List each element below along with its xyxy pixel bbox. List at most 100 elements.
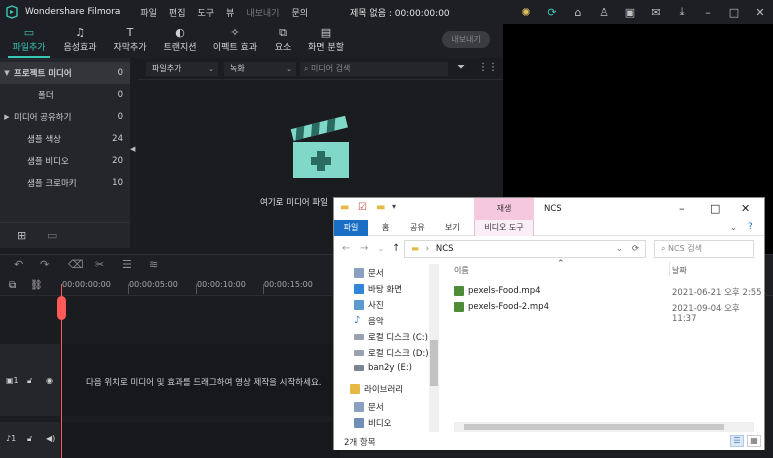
delete-icon[interactable]: ⌫ [68,258,84,271]
maximize-icon[interactable]: □ [721,6,747,19]
refresh-icon[interactable]: ⟳ [632,241,639,257]
expand-ribbon-icon[interactable]: ⌄ [730,223,737,232]
properties-icon[interactable]: ☑ [358,202,367,213]
menu-help[interactable]: 문의 [291,6,308,19]
filter-icon[interactable]: ⏷ [457,62,465,73]
tab-import[interactable]: ▭ 파일추가 [8,26,50,58]
mail-icon[interactable]: ✉ [643,6,669,19]
column-name-header[interactable]: 이름 [454,265,469,276]
cut-icon[interactable]: ✂ [95,258,104,271]
nav-item-pictures[interactable]: 사진 [354,299,384,311]
nav-item-videos[interactable]: 비디오 [354,417,391,429]
tab-split-screen[interactable]: ▤ 화면 분할 [305,26,347,56]
address-box[interactable]: ▬ › NCS ⌄ ⟳ [404,240,646,258]
explorer-search-input[interactable]: ⌕ NCS 검색 [654,240,754,258]
adjust-icon[interactable]: ☰ [122,258,132,271]
new-folder-icon[interactable]: ▬ [376,202,385,213]
scrollbar-thumb[interactable] [464,424,724,430]
collapse-sidebar-icon[interactable]: ◀ [130,145,136,153]
file-row[interactable]: pexels-Food-2.mp4 [454,302,549,312]
ribbon-tab-share[interactable]: 공유 [410,220,425,236]
close-icon[interactable]: ✕ [741,202,750,215]
large-icons-view-icon[interactable]: ▦ [747,435,761,447]
export-button[interactable]: 내보내기 [442,31,490,48]
ribbon-tab-view[interactable]: 보기 [445,220,460,236]
minimize-icon[interactable]: – [679,202,685,215]
maximize-icon[interactable]: □ [710,202,720,215]
menu-edit[interactable]: 편집 [169,6,186,19]
nav-item-lib-documents[interactable]: 문서 [354,401,384,413]
nav-item-documents[interactable]: 문서 [354,267,384,279]
close-icon[interactable]: ✕ [747,6,773,19]
details-view-icon[interactable]: ☰ [730,435,744,447]
sidebar-item-sample-colors[interactable]: 샘플 색상 24 [0,128,130,150]
tab-titles[interactable]: T 자막추가 [110,26,150,56]
help-icon[interactable]: ? [748,222,753,232]
nav-scrollbar[interactable] [429,264,439,432]
tab-transitions[interactable]: ◐ 트랜지션 [160,26,200,56]
playhead-handle[interactable] [57,296,66,320]
ribbon-tab-file[interactable]: 파일 [334,220,368,236]
menu-view[interactable]: 뷰 [226,6,234,19]
sync-icon[interactable]: ⟳ [539,6,565,19]
add-track-icon[interactable]: ⧉ [9,280,16,291]
tab-elements[interactable]: ⧉ 요소 [270,26,296,56]
column-date-header[interactable]: 날짜 [672,265,687,276]
speaker-icon[interactable]: ◀) [46,434,55,443]
tab-effects[interactable]: ✧ 이펙트 효과 [210,26,260,56]
ribbon-tab-video-tools[interactable]: 비디오 도구 [474,220,534,236]
menu-tools[interactable]: 도구 [197,6,214,19]
audio-track[interactable] [60,422,340,458]
desktop-icon [354,284,364,294]
media-search-input[interactable]: ⌕ 미디어 검색 [300,62,448,76]
audio-wave-icon[interactable]: ≋ [149,258,158,271]
sidebar-item-project-media[interactable]: ▼ 프로젝트 미디어 0 [0,62,130,84]
record-dropdown[interactable]: 녹화 ⌄ [224,62,296,76]
nav-item-libraries[interactable]: 라이브러리 [350,383,403,395]
nav-item-drive-c[interactable]: 로컬 디스크 (C:) [354,331,428,343]
tab-audio[interactable]: ♫ 음성효과 [60,26,100,56]
eye-icon[interactable]: ◉ [46,376,53,385]
minimize-icon[interactable]: – [695,6,721,19]
ribbon-tab-home[interactable]: 홈 [382,220,389,236]
nav-item-desktop[interactable]: 바탕 화면 [354,283,402,295]
save-icon[interactable]: ▣ [617,6,643,19]
import-dropdown[interactable]: 파일추가 ⌄ [146,62,218,76]
lock-icon[interactable]: 🔓︎ [27,434,32,444]
sidebar-item-sample-videos[interactable]: 샘플 비디오 20 [0,150,130,172]
quick-access-dropdown-icon[interactable]: ▾ [392,202,396,211]
file-row[interactable]: pexels-Food.mp4 [454,286,541,296]
recent-dropdown-icon[interactable]: ⌄ [378,245,384,253]
lock-icon[interactable]: 🔓︎ [27,376,32,386]
back-icon[interactable]: ← [342,243,350,254]
nav-item-drive-d[interactable]: 로컬 디스크 (D:) [354,347,429,359]
sidebar-item-shared-media[interactable]: ▶ 미디어 공유하기 0 [0,106,130,128]
download-icon[interactable]: ⤓ [669,5,695,19]
gift-icon[interactable]: ⌂ [565,6,591,19]
menu-file[interactable]: 파일 [140,6,157,19]
menu-export[interactable]: 내보내기 [246,6,279,19]
user-icon[interactable]: ♙ [591,6,617,19]
nav-item-music[interactable]: ♪ 음악 [354,315,384,327]
grid-view-icon[interactable]: ⋮⋮ [478,62,498,73]
scrollbar-thumb[interactable] [430,340,438,386]
folder-icon[interactable]: ▭ [47,229,57,242]
search-placeholder: 미디어 검색 [311,64,351,73]
column-divider[interactable] [669,262,670,276]
chevron-down-icon[interactable]: ⌄ [616,241,623,257]
media-sidebar: ▼ 프로젝트 미디어 0 폴더 0 ▶ 미디어 공유하기 0 샘플 색상 24 … [0,58,130,248]
documents-icon [354,402,364,412]
timeline-hint: 다음 위치로 미디어 및 효과를 드래그하여 영상 제작을 시작하세요. [86,378,322,388]
sidebar-item-sample-chroma[interactable]: 샘플 크로마키 10 [0,172,130,194]
forward-icon[interactable]: → [360,243,368,254]
up-icon[interactable]: ↑ [392,243,400,254]
sidebar-item-folder[interactable]: 폴더 0 [0,84,130,106]
redo-icon[interactable]: ↷ [40,258,49,271]
sidebar-item-count: 0 [117,68,123,78]
horizontal-scrollbar[interactable] [454,422,754,432]
new-folder-icon[interactable]: ⊞ [17,229,26,242]
bulb-icon[interactable]: ✺ [513,6,539,19]
undo-icon[interactable]: ↶ [14,258,23,271]
nav-item-drive-e[interactable]: ban2y (E:) [354,363,412,373]
link-icon[interactable]: ⛓ [30,280,43,291]
